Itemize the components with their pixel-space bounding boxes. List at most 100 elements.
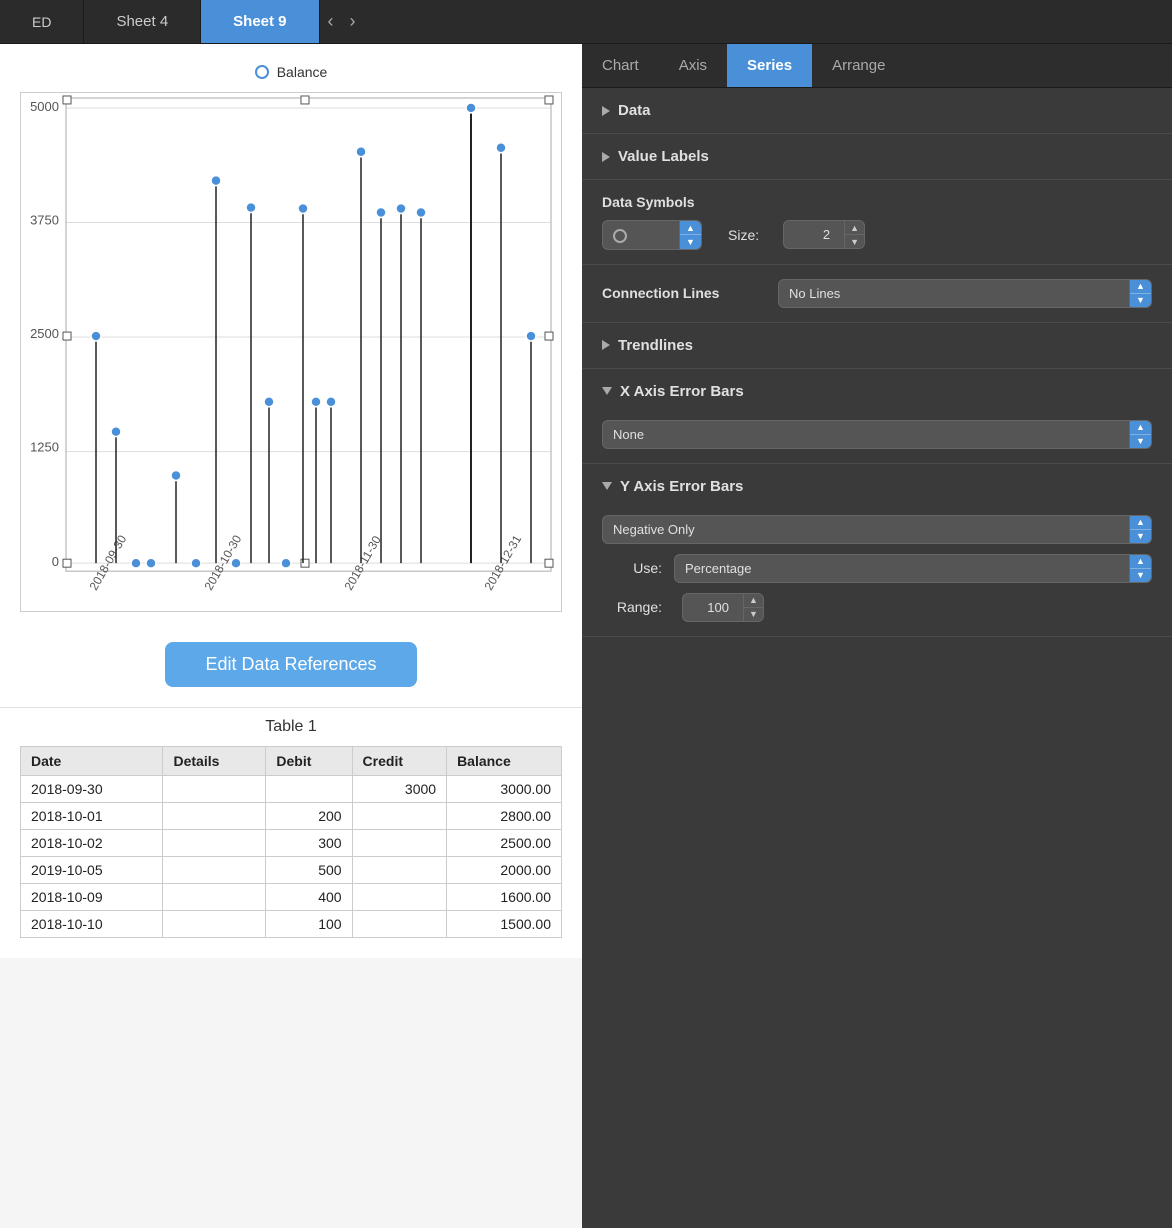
table-row: 2018-10-101001500.00 <box>21 911 562 938</box>
table-cell <box>163 857 266 884</box>
table-cell <box>163 884 266 911</box>
x-error-down-arrow[interactable]: ▼ <box>1130 435 1151 448</box>
symbol-select-text <box>603 221 679 249</box>
tab-nav-prev[interactable]: ‹ <box>320 0 342 43</box>
range-down-arrow[interactable]: ▼ <box>744 608 763 621</box>
table-cell: 2018-10-01 <box>21 803 163 830</box>
symbol-up-arrow[interactable]: ▲ <box>680 221 701 235</box>
size-stepper: 2 ▲ ▼ <box>783 220 865 249</box>
y-axis-error-bars-content: Negative Only ▲ ▼ Use: Percentage ▲ ▼ <box>582 509 1172 637</box>
use-arrows: ▲ ▼ <box>1129 555 1151 582</box>
data-section-label: Data <box>618 102 651 119</box>
x-error-bars-select[interactable]: None ▲ ▼ <box>602 420 1152 449</box>
tab-bar: ED Sheet 4 Sheet 9 ‹ › <box>0 0 1172 44</box>
x-error-bars-value: None <box>603 421 1129 448</box>
tab-ed[interactable]: ED <box>0 0 84 43</box>
tab-sheet9[interactable]: Sheet 9 <box>201 0 319 43</box>
table-cell: 2018-10-10 <box>21 911 163 938</box>
x-error-bar-row: None ▲ ▼ <box>602 420 1152 449</box>
table-cell <box>163 776 266 803</box>
trendlines-section-header[interactable]: Trendlines <box>582 323 1172 369</box>
table-cell: 300 <box>266 830 352 857</box>
x-error-bars-arrows: ▲ ▼ <box>1129 421 1151 448</box>
main-content: Balance 5000 3750 2500 1250 0 <box>0 44 1172 1228</box>
chart-container: 5000 3750 2500 1250 0 <box>20 92 562 612</box>
value-labels-toggle-icon <box>602 152 610 162</box>
svg-text:2500: 2500 <box>30 326 59 341</box>
data-table: Date Details Debit Credit Balance 2018-0… <box>20 746 562 938</box>
table-cell: 400 <box>266 884 352 911</box>
chart-legend: Balance <box>20 64 562 80</box>
use-up-arrow[interactable]: ▲ <box>1130 555 1151 569</box>
table-cell: 1500.00 <box>447 911 562 938</box>
svg-text:3750: 3750 <box>30 213 59 228</box>
use-value: Percentage <box>675 555 1129 582</box>
edit-data-references-container: Edit Data References <box>0 622 582 707</box>
y-error-down-arrow[interactable]: ▼ <box>1130 530 1151 543</box>
table-cell <box>352 803 447 830</box>
svg-text:0: 0 <box>52 554 59 569</box>
col-debit: Debit <box>266 747 352 776</box>
range-up-arrow[interactable]: ▲ <box>744 594 763 608</box>
conn-up-arrow[interactable]: ▲ <box>1130 280 1151 294</box>
range-stepper: 100 ▲ ▼ <box>682 593 764 622</box>
connection-lines-label: Connection Lines <box>602 285 762 301</box>
table-cell <box>352 830 447 857</box>
value-labels-section-header[interactable]: Value Labels <box>582 134 1172 180</box>
use-select[interactable]: Percentage ▲ ▼ <box>674 554 1152 583</box>
data-section-header[interactable]: Data <box>582 88 1172 134</box>
col-date: Date <box>21 747 163 776</box>
edit-data-references-button[interactable]: Edit Data References <box>165 642 416 687</box>
size-up-arrow[interactable]: ▲ <box>845 221 864 235</box>
table-cell: 2018-10-02 <box>21 830 163 857</box>
tab-axis[interactable]: Axis <box>659 44 727 87</box>
conn-down-arrow[interactable]: ▼ <box>1130 294 1151 307</box>
table-cell: 3000 <box>352 776 447 803</box>
y-error-bar-row: Negative Only ▲ ▼ <box>602 515 1152 544</box>
x-axis-error-bars-label: X Axis Error Bars <box>620 383 744 400</box>
tab-sheet4[interactable]: Sheet 4 <box>84 0 201 43</box>
table-cell <box>163 803 266 830</box>
tab-arrange[interactable]: Arrange <box>812 44 905 87</box>
svg-text:2018-12-31: 2018-12-31 <box>481 532 524 592</box>
range-row: Range: 100 ▲ ▼ <box>602 593 1152 622</box>
data-symbols-section: Data Symbols ▲ ▼ Size: 2 <box>582 180 1172 265</box>
left-panel: Balance 5000 3750 2500 1250 0 <box>0 44 582 1228</box>
legend-label: Balance <box>277 64 328 80</box>
table-cell: 2500.00 <box>447 830 562 857</box>
svg-text:1250: 1250 <box>30 440 59 455</box>
table-cell <box>352 911 447 938</box>
x-axis-error-bars-toggle-icon <box>602 387 612 395</box>
chart-area: Balance 5000 3750 2500 1250 0 <box>0 44 582 622</box>
x-axis-error-bars-header[interactable]: X Axis Error Bars <box>582 369 1172 414</box>
svg-text:5000: 5000 <box>30 99 59 114</box>
table-row: 2018-10-094001600.00 <box>21 884 562 911</box>
use-down-arrow[interactable]: ▼ <box>1130 569 1151 582</box>
symbol-select[interactable]: ▲ ▼ <box>602 220 702 250</box>
table-cell <box>163 911 266 938</box>
x-error-up-arrow[interactable]: ▲ <box>1130 421 1151 435</box>
connection-lines-arrows: ▲ ▼ <box>1129 280 1151 307</box>
table-row: 2018-09-3030003000.00 <box>21 776 562 803</box>
table-cell <box>352 857 447 884</box>
tab-series[interactable]: Series <box>727 44 812 87</box>
trendlines-toggle-icon <box>602 340 610 350</box>
connection-lines-section: Connection Lines No Lines ▲ ▼ <box>582 265 1172 323</box>
y-axis-error-bars-header[interactable]: Y Axis Error Bars <box>582 464 1172 509</box>
connection-lines-row: Connection Lines No Lines ▲ ▼ <box>602 279 1152 308</box>
table-section: Table 1 Date Details Debit Credit Balanc… <box>0 707 582 958</box>
tab-nav-next[interactable]: › <box>342 0 364 43</box>
size-label: Size: <box>728 227 759 243</box>
table-cell <box>266 776 352 803</box>
trendlines-label: Trendlines <box>618 337 693 354</box>
symbol-down-arrow[interactable]: ▼ <box>680 235 701 248</box>
tab-chart[interactable]: Chart <box>582 44 659 87</box>
y-error-bars-select[interactable]: Negative Only ▲ ▼ <box>602 515 1152 544</box>
table-cell: 200 <box>266 803 352 830</box>
table-cell <box>352 884 447 911</box>
right-tab-bar: Chart Axis Series Arrange <box>582 44 1172 88</box>
y-error-up-arrow[interactable]: ▲ <box>1130 516 1151 530</box>
connection-lines-select[interactable]: No Lines ▲ ▼ <box>778 279 1152 308</box>
col-credit: Credit <box>352 747 447 776</box>
size-down-arrow[interactable]: ▼ <box>845 235 864 248</box>
